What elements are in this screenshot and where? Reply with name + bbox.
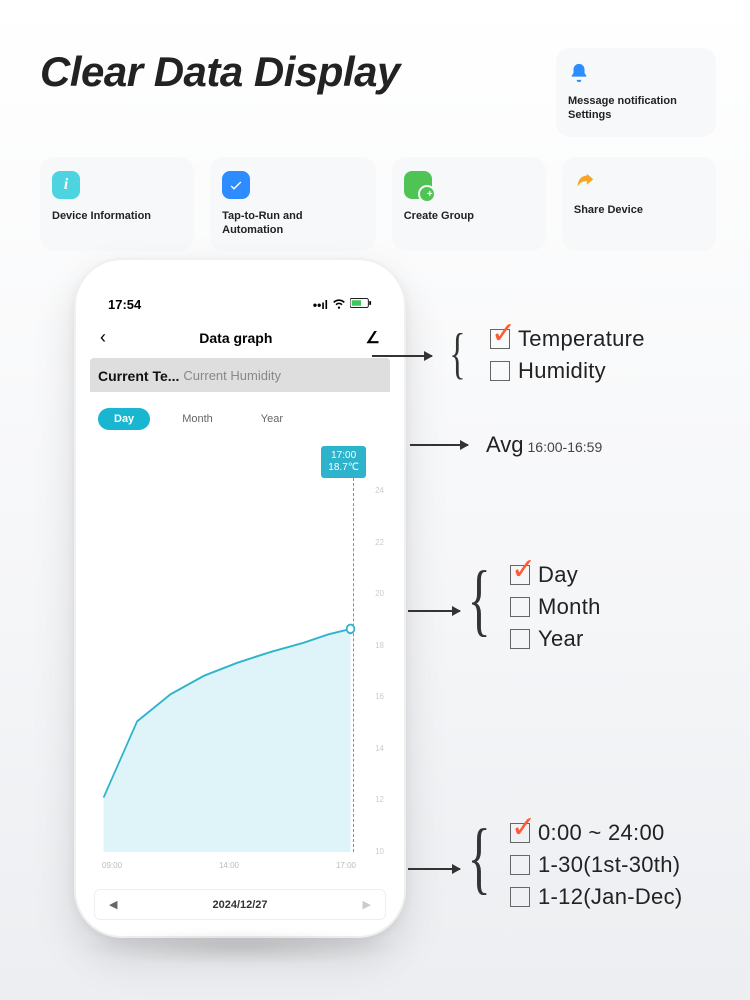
battery-icon [350,297,372,312]
group-icon: + [404,171,432,199]
card-label: Share Device [574,203,704,217]
checkbox-checked-icon [510,565,530,585]
phone-shadow [74,930,406,964]
metric-tabs: Current Te... Current Humidity [90,358,390,392]
card-device-info[interactable]: i Device Information [40,157,194,252]
arrow [372,355,432,357]
share-icon [574,171,596,193]
chart-area: 17:00 18.7℃ 24 22 20 18 16 14 12 10 09:0… [94,446,386,926]
edit-button[interactable]: ∠ [366,328,380,348]
date-prev[interactable]: ◀ [109,898,117,911]
info-icon: i [52,171,80,199]
arrow [410,444,468,446]
checkbox-icon [510,887,530,907]
arrow [408,610,460,612]
checkbox-checked-icon [510,823,530,843]
annotation-period: Day Month Year [510,562,601,652]
card-share-device[interactable]: Share Device [562,157,716,252]
check-badge-icon [222,171,250,199]
wifi-icon [332,296,346,313]
segment-day[interactable]: Day [98,408,150,430]
status-time: 17:54 [108,297,141,312]
checkbox-row: Day [510,562,601,588]
brace-icon: { [449,335,465,374]
phone-mockup: 17:54 ••ıl ‹ Data graph ∠ Current Te... … [74,258,406,938]
y-axis-labels: 24 22 20 18 16 14 12 10 [375,486,384,856]
annotation-metric: Temperature Humidity [490,326,645,384]
date-next[interactable]: ▶ [363,898,371,911]
brace-icon: { [468,572,491,628]
tooltip-time: 17:00 [328,450,359,462]
checkbox-row: 0:00 ~ 24:00 [510,820,683,846]
card-label: Device Information [52,209,182,223]
card-label: Tap-to-Run and Automation [222,209,364,238]
arrow [408,868,460,870]
card-label: Create Group [404,209,534,223]
period-segments: Day Month Year [90,392,390,446]
date-navigator: ◀ 2024/12/27 ▶ [94,889,386,920]
checkbox-row: Humidity [490,358,645,384]
tab-temperature[interactable]: Current Te... [90,368,179,384]
checkbox-icon [510,629,530,649]
checkbox-checked-icon [490,329,510,349]
signal-icon: ••ıl [313,298,328,312]
screen-title: Data graph [199,330,272,346]
checkbox-icon [510,597,530,617]
checkbox-icon [510,855,530,875]
bell-icon [568,62,590,84]
annotation-range: 0:00 ~ 24:00 1-30(1st-30th) 1-12(Jan-Dec… [510,820,683,910]
area-chart [94,482,362,852]
checkbox-row: Temperature [490,326,645,352]
card-create-group[interactable]: + Create Group [392,157,546,252]
page-title: Clear Data Display [40,48,540,96]
status-icons: ••ıl [313,296,372,313]
segment-year[interactable]: Year [245,408,299,430]
checkbox-row: Month [510,594,601,620]
chart-tooltip: 17:00 18.7℃ [321,446,366,478]
checkbox-row: 1-30(1st-30th) [510,852,683,878]
back-button[interactable]: ‹ [100,327,106,348]
x-axis-labels: 09:00 14:00 17:00 [102,861,356,870]
tab-humidity[interactable]: Current Humidity [179,368,281,384]
date-current[interactable]: 2024/12/27 [212,899,267,911]
segment-month[interactable]: Month [166,408,229,430]
card-notifications[interactable]: Message notification Settings [556,48,716,137]
card-automation[interactable]: Tap-to-Run and Automation [210,157,376,252]
checkbox-row: 1-12(Jan-Dec) [510,884,683,910]
annotation-avg: Avg 16:00-16:59 [486,432,602,458]
status-bar: 17:54 ••ıl [90,296,390,321]
tooltip-value: 18.7℃ [328,462,359,474]
card-label: Message notification Settings [568,94,704,123]
checkbox-row: Year [510,626,601,652]
checkbox-icon [490,361,510,381]
brace-icon: { [468,830,491,886]
